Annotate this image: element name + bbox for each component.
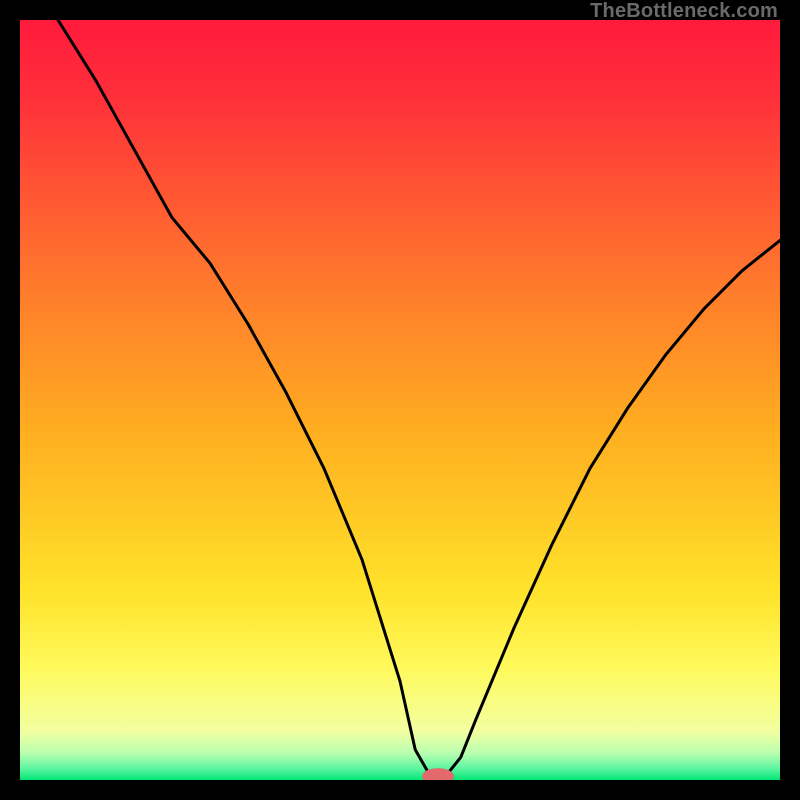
chart-frame: TheBottleneck.com: [0, 0, 800, 800]
chart-plot: [20, 20, 780, 780]
chart-svg: [20, 20, 780, 780]
chart-background-gradient: [20, 20, 780, 780]
watermark-label: TheBottleneck.com: [590, 0, 778, 22]
watermark-text: TheBottleneck.com: [590, 0, 778, 23]
